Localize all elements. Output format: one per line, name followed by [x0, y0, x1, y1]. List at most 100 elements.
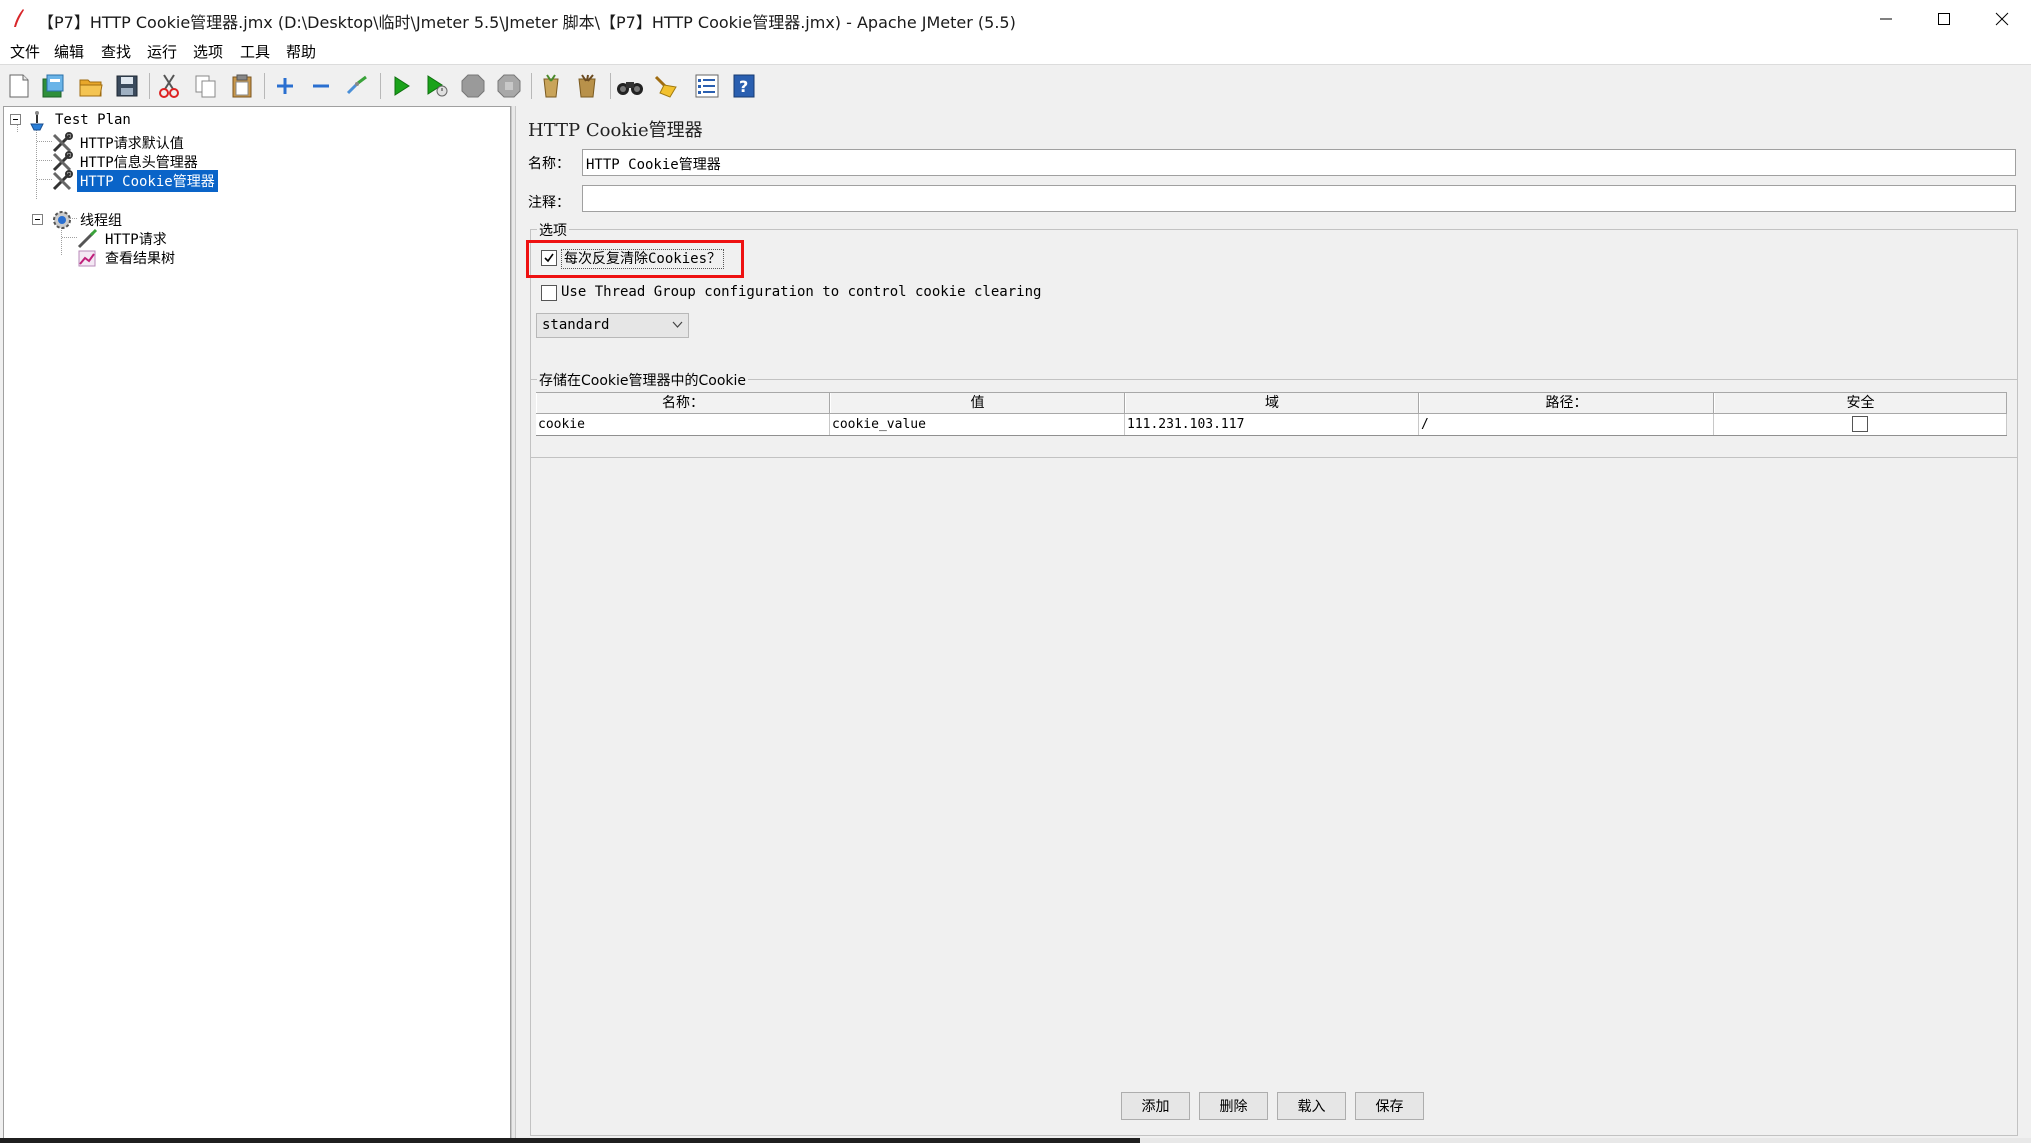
minimize-button[interactable]: [1857, 0, 1915, 38]
options-legend: 选项: [537, 220, 569, 240]
collapse-icon: [313, 84, 329, 88]
load-button[interactable]: 载入: [1277, 1092, 1346, 1120]
function-helper-button[interactable]: [692, 71, 722, 101]
toolbar: ?: [0, 64, 2031, 106]
listener-icon: [76, 247, 98, 269]
table-header: 名称： 值 域 路径： 安全: [536, 392, 2007, 414]
menu-bar: 文件 编辑 查找 运行 选项 工具 帮助: [0, 38, 2031, 64]
column-header-domain[interactable]: 域: [1125, 393, 1419, 413]
toggle-icon: [346, 75, 367, 95]
reset-search-icon: [654, 75, 677, 98]
column-header-path[interactable]: 路径：: [1419, 393, 1714, 413]
delete-button[interactable]: 删除: [1199, 1092, 1268, 1120]
tree-item-label-selected: HTTP Cookie管理器: [77, 170, 218, 192]
svg-text:?: ?: [739, 77, 748, 96]
clear-each-iteration-checkbox[interactable]: [541, 250, 557, 266]
paste-icon: [232, 74, 252, 98]
tree-item-label: 查看结果树: [105, 251, 175, 267]
start-icon: [394, 76, 410, 96]
shutdown-icon: [497, 74, 521, 98]
toggle-button[interactable]: [342, 71, 372, 101]
new-icon: [9, 74, 29, 98]
tree-collapse-toggle[interactable]: [10, 114, 21, 125]
thread-group-icon: [51, 209, 73, 231]
clear-icon: [543, 74, 559, 98]
jmeter-window: 【P7】HTTP Cookie管理器.jmx (D:\Desktop\临时\Jm…: [0, 0, 2031, 1143]
secure-checkbox[interactable]: [1852, 416, 1868, 432]
cookie-policy-select[interactable]: standard: [536, 313, 689, 338]
stored-cookies-legend: 存储在Cookie管理器中的Cookie: [537, 370, 749, 390]
test-plan-icon: [26, 109, 48, 131]
templates-icon: [42, 74, 64, 98]
save-cookies-button[interactable]: 保存: [1355, 1092, 1424, 1120]
add-button[interactable]: 添加: [1121, 1092, 1190, 1120]
stop-icon: [461, 74, 485, 98]
menu-help[interactable]: 帮助: [284, 41, 318, 62]
use-thread-group-checkbox[interactable]: [541, 285, 557, 301]
help-button[interactable]: ?: [729, 71, 759, 101]
templates-button[interactable]: [38, 71, 68, 101]
expand-icon: [277, 78, 293, 94]
open-icon: [79, 79, 103, 97]
search-button[interactable]: [615, 71, 645, 101]
cell-secure[interactable]: [1714, 414, 2007, 435]
clear-all-icon: [578, 74, 596, 98]
cookie-policy-value: standard: [542, 317, 610, 333]
tree-item-http-cookie-manager[interactable]: HTTP Cookie管理器: [51, 169, 218, 193]
checkmark-icon: [544, 253, 554, 263]
clear-each-iteration-label: 每次反复清除Cookies？: [561, 248, 725, 269]
title-bar: 【P7】HTTP Cookie管理器.jmx (D:\Desktop\临时\Jm…: [0, 0, 2031, 38]
cell-domain[interactable]: 111.231.103.117: [1125, 414, 1419, 435]
cut-button[interactable]: [154, 71, 184, 101]
chevron-down-icon: [672, 321, 683, 328]
menu-options[interactable]: 选项: [191, 41, 225, 62]
menu-search[interactable]: 查找: [99, 41, 133, 62]
column-header-name[interactable]: 名称：: [536, 393, 830, 413]
close-icon: [1995, 12, 2009, 26]
reset-search-button[interactable]: [651, 71, 681, 101]
stored-cookies-group: 存储在Cookie管理器中的Cookie: [530, 370, 2018, 1136]
collapse-all-button[interactable]: [306, 71, 336, 101]
paste-button[interactable]: [227, 71, 257, 101]
menu-file[interactable]: 文件: [8, 41, 42, 62]
comment-input[interactable]: [582, 185, 2016, 212]
cell-value[interactable]: cookie_value: [830, 414, 1125, 435]
minimize-icon: [1880, 18, 1892, 20]
comment-label: 注释：: [528, 195, 570, 211]
copy-icon: [195, 75, 216, 98]
cell-path[interactable]: /: [1419, 414, 1714, 435]
expand-all-button[interactable]: [270, 71, 300, 101]
maximize-icon: [1938, 13, 1950, 25]
menu-edit[interactable]: 编辑: [52, 41, 86, 62]
column-header-value[interactable]: 值: [830, 393, 1125, 413]
tree-item-view-results-tree[interactable]: 查看结果树: [76, 246, 178, 270]
start-button[interactable]: [386, 71, 416, 101]
save-icon: [116, 75, 138, 97]
help-icon: ?: [733, 74, 755, 98]
test-plan-tree: Test Plan HTTP请求默认值 HTTP信息头管理器 HTTP Cook…: [3, 106, 511, 1143]
maximize-button[interactable]: [1915, 0, 1973, 38]
new-button[interactable]: [4, 71, 34, 101]
use-thread-group-label: Use Thread Group configuration to contro…: [561, 284, 1042, 300]
table-row[interactable]: cookie cookie_value 111.231.103.117 /: [536, 414, 2007, 436]
tree-collapse-toggle[interactable]: [32, 214, 43, 225]
cell-name[interactable]: cookie: [536, 414, 830, 435]
panel-title: HTTP Cookie管理器: [528, 120, 703, 141]
open-button[interactable]: [76, 71, 106, 101]
clear-button[interactable]: [536, 71, 566, 101]
shutdown-button[interactable]: [494, 71, 524, 101]
tree-item-label: Test Plan: [55, 112, 131, 128]
save-button[interactable]: [112, 71, 142, 101]
menu-run[interactable]: 运行: [145, 41, 179, 62]
close-button[interactable]: [1973, 0, 2031, 38]
start-no-pauses-button[interactable]: [422, 71, 452, 101]
cookie-manager-panel: HTTP Cookie管理器 名称： HTTP Cookie管理器 注释： 选项…: [516, 106, 2028, 1143]
clear-all-button[interactable]: [572, 71, 602, 101]
tree-item-test-plan[interactable]: Test Plan: [26, 108, 134, 132]
stop-button[interactable]: [458, 71, 488, 101]
function-helper-icon: [695, 74, 719, 98]
column-header-secure[interactable]: 安全: [1714, 393, 2007, 413]
name-input[interactable]: HTTP Cookie管理器: [582, 149, 2016, 176]
menu-tools[interactable]: 工具: [238, 41, 272, 62]
copy-button[interactable]: [191, 71, 221, 101]
